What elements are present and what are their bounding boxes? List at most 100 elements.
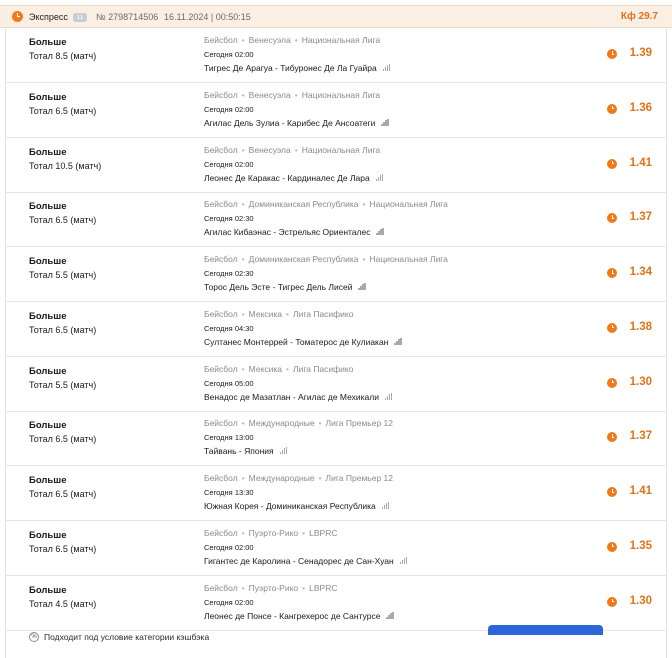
country-link[interactable]: Венесуэла bbox=[249, 145, 291, 155]
clock-icon bbox=[607, 158, 617, 169]
clock-icon bbox=[607, 596, 617, 607]
market-label: Тотал 6.5 (матч) bbox=[29, 489, 97, 499]
match-teams[interactable]: Торос Дель Эсте - Тигрес Дель Лисей bbox=[204, 282, 352, 292]
outcome-label: Больше bbox=[29, 37, 67, 48]
outcome-label: Больше bbox=[29, 310, 67, 322]
sport-link[interactable]: Бейсбол bbox=[204, 145, 238, 155]
statistics-icon[interactable] bbox=[399, 556, 408, 564]
match-teams[interactable]: Агилас Дель Зулиа - Карибес Де Ансоатеги bbox=[204, 118, 375, 128]
sport-link[interactable]: Бейсбол bbox=[204, 473, 238, 483]
match-teams[interactable]: Тайвань - Япония bbox=[204, 446, 274, 456]
match-teams[interactable]: Тигрес Де Арагуа - Тибуронес Де Ла Гуайр… bbox=[204, 63, 377, 73]
statistics-icon[interactable] bbox=[381, 118, 389, 126]
cashback-text: Подходит под условие категории кэшбэка bbox=[44, 632, 210, 642]
league-link[interactable]: Лига Пасифико bbox=[293, 309, 353, 319]
event-time: Сегодня 02:00 bbox=[204, 542, 254, 552]
event-row[interactable]: Больше Тотал 6.5 (матч) Бейсбол • Венесуэла •… bbox=[6, 83, 666, 138]
statistics-icon[interactable] bbox=[279, 447, 288, 455]
league-link[interactable]: Лига Пасифико bbox=[293, 364, 353, 374]
outcome-label: Больше bbox=[29, 201, 67, 213]
country-link[interactable]: Мексика bbox=[249, 309, 282, 319]
sport-link[interactable]: Бейсбол bbox=[204, 35, 238, 45]
country-link[interactable]: Пуэрто-Рико bbox=[249, 528, 298, 538]
match-name[interactable]: Торос Дель Эсте - Тигрес Дель Лисей bbox=[204, 282, 366, 292]
league-link[interactable]: Национальная Лига bbox=[370, 254, 448, 264]
event-row[interactable]: Больше Тотал 8.5 (матч) Бейсбол • Венесуэла •… bbox=[6, 28, 666, 83]
breadcrumb-separator: • bbox=[241, 144, 245, 155]
league-link[interactable]: Национальная Лига bbox=[302, 90, 380, 100]
breadcrumb-separator: • bbox=[241, 89, 245, 100]
league-link[interactable]: Национальная Лига bbox=[302, 35, 380, 45]
event-row[interactable]: Больше Тотал 6.5 (матч) Бейсбол • Международ… bbox=[6, 466, 666, 521]
country-link[interactable]: Пуэрто-Рико bbox=[249, 583, 298, 593]
match-name[interactable]: Тигрес Де Арагуа - Тибуронес Де Ла Гуайр… bbox=[204, 63, 391, 73]
match-teams[interactable]: Леонес де Понсе - Кангрехерос де Сантурс… bbox=[204, 611, 380, 621]
country-link[interactable]: Венесуэла bbox=[249, 35, 291, 45]
match-name[interactable]: Агилас Кибаэнас - Эстрельяс Ориенталес bbox=[204, 227, 384, 237]
event-row[interactable]: Больше Тотал 5.5 (матч) Бейсбол • Доминиканс… bbox=[6, 247, 666, 302]
match-name[interactable]: Агилас Дель Зулиа - Карибес Де Ансоатеги bbox=[204, 118, 389, 128]
sport-link[interactable]: Бейсбол bbox=[204, 254, 238, 264]
match-name[interactable]: Венадос де Мазатлан - Агилас де Мехикали bbox=[204, 392, 393, 402]
league-link[interactable]: Лига Премьер 12 bbox=[326, 418, 393, 428]
statistics-icon[interactable] bbox=[394, 337, 402, 345]
bet-header: Экспресс 11 № 2798714506 16.11.2024 | 00… bbox=[0, 5, 672, 28]
event-row[interactable]: Больше Тотал 6.5 (матч) Бейсбол • Доминиканс… bbox=[6, 192, 666, 248]
event-row[interactable]: Больше Тотал 5.5 (матч) Бейсбол • Мексика • Ли… bbox=[6, 357, 666, 412]
match-name[interactable]: Леонес Де Каракас - Кардиналес Де Лара bbox=[204, 173, 384, 183]
match-name[interactable]: Султанес Монтеррей - Томатерос де Кулиак… bbox=[204, 337, 402, 347]
match-name[interactable]: Тайвань - Япония bbox=[204, 446, 288, 456]
country-link[interactable]: Венесуэла bbox=[249, 90, 291, 100]
statistics-icon[interactable] bbox=[382, 64, 391, 71]
country-link[interactable]: Доминиканская Республика bbox=[249, 199, 359, 209]
sport-link[interactable]: Бейсбол bbox=[204, 583, 238, 593]
event-row[interactable]: Больше Тотал 4.5 (матч) Бейсбол • Пуэрто-Рик… bbox=[6, 576, 666, 631]
match-teams[interactable]: Южная Корея - Доминиканская Республика bbox=[204, 501, 376, 511]
country-link[interactable]: Доминиканская Республика bbox=[249, 254, 359, 264]
statistics-icon[interactable] bbox=[386, 611, 394, 619]
breadcrumb-separator: • bbox=[294, 89, 298, 100]
event-row[interactable]: Больше Тотал 10.5 (матч) Бейсбол • Венесуэла… bbox=[6, 138, 666, 193]
league-link[interactable]: Национальная Лига bbox=[370, 199, 448, 209]
match-teams[interactable]: Агилас Кибаэнас - Эстрельяс Ориенталес bbox=[204, 227, 370, 237]
match-name[interactable]: Леонес де Понсе - Кангрехерос де Сантурс… bbox=[204, 611, 394, 621]
sport-link[interactable]: Бейсбол bbox=[204, 528, 238, 538]
match-name[interactable]: Южная Корея - Доминиканская Республика bbox=[204, 501, 390, 511]
sport-link[interactable]: Бейсбол bbox=[204, 364, 238, 374]
match-teams[interactable]: Леонес Де Каракас - Кардиналес Де Лара bbox=[204, 173, 370, 183]
sport-link[interactable]: Бейсбол bbox=[204, 418, 238, 428]
league-link[interactable]: Национальная Лига bbox=[302, 145, 380, 155]
match-teams[interactable]: Венадос де Мазатлан - Агилас де Мехикали bbox=[204, 392, 379, 402]
country-link[interactable]: Международные bbox=[249, 473, 315, 483]
outcome-label: Больше bbox=[29, 584, 67, 596]
event-time: Сегодня 04:30 bbox=[204, 323, 254, 333]
league-link[interactable]: LBPRC bbox=[309, 583, 337, 593]
clock-icon bbox=[607, 213, 617, 224]
league-link[interactable]: Лига Премьер 12 bbox=[326, 473, 393, 483]
breadcrumb: Бейсбол • Международные • Лига Премьер 12 bbox=[204, 418, 393, 428]
clock-icon bbox=[607, 49, 617, 59]
event-row[interactable]: Больше Тотал 6.5 (матч) Бейсбол • Международ… bbox=[6, 411, 666, 467]
bet-number[interactable]: № 2798714506 bbox=[96, 12, 158, 22]
sport-link[interactable]: Бейсбол bbox=[204, 90, 238, 100]
country-link[interactable]: Мексика bbox=[249, 364, 282, 374]
clock-icon bbox=[607, 322, 617, 333]
action-button[interactable] bbox=[488, 625, 603, 635]
statistics-icon[interactable] bbox=[375, 173, 384, 181]
event-row[interactable]: Больше Тотал 6.5 (матч) Бейсбол • Мексика • Ли… bbox=[6, 302, 666, 357]
statistics-icon[interactable] bbox=[376, 228, 384, 236]
statistics-icon[interactable] bbox=[384, 392, 393, 400]
sport-link[interactable]: Бейсбол bbox=[204, 199, 238, 209]
bet-type: Экспресс bbox=[29, 12, 68, 22]
bet-date: 16.11.2024 | 00:50:15 bbox=[164, 12, 251, 22]
league-link[interactable]: LBPRC bbox=[309, 528, 337, 538]
event-row[interactable]: Больше Тотал 6.5 (матч) Бейсбол • Пуэрто-Рик… bbox=[6, 521, 666, 576]
statistics-icon[interactable] bbox=[358, 283, 366, 290]
match-teams[interactable]: Султанес Монтеррей - Томатерос де Кулиак… bbox=[204, 337, 388, 347]
match-name[interactable]: Гигантес де Каролина - Сенадорес де Сан-… bbox=[204, 556, 408, 566]
match-teams[interactable]: Гигантес де Каролина - Сенадорес де Сан-… bbox=[204, 556, 394, 566]
event-time: Сегодня 05:00 bbox=[204, 378, 254, 388]
sport-link[interactable]: Бейсбол bbox=[204, 309, 238, 319]
country-link[interactable]: Международные bbox=[249, 418, 315, 428]
statistics-icon[interactable] bbox=[381, 502, 390, 509]
